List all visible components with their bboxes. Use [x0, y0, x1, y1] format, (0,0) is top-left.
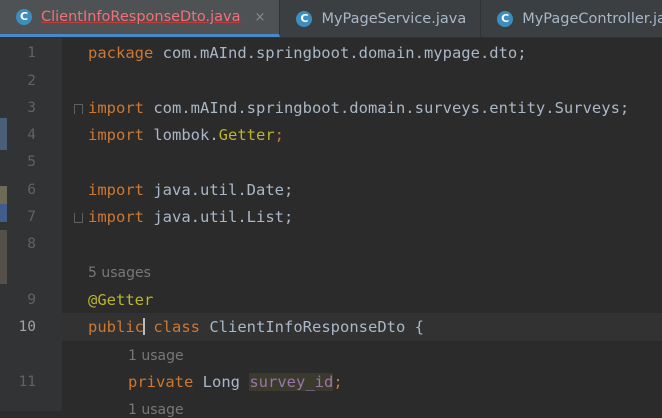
annotation: @Getter — [88, 291, 154, 309]
class-icon: C — [296, 10, 313, 27]
type-name: Long — [193, 373, 250, 391]
code-text: com.mAInd.springboot.domain.surveys.enti… — [144, 99, 630, 117]
keyword: class — [153, 318, 201, 336]
field-name: survey_id — [249, 373, 334, 391]
tab-label: MyPageService.java — [321, 10, 467, 27]
code-line-1[interactable]: package com.mAInd.springboot.domain.mypa… — [88, 44, 662, 62]
code-text: com.mAInd.springboot.domain.mypage.dto; — [153, 44, 527, 62]
line-number: 2 — [27, 73, 36, 89]
keyword: import — [88, 99, 144, 117]
class-icon: C — [497, 10, 514, 27]
line-number: 3 — [27, 100, 36, 116]
code-line-4[interactable]: import lombok.Getter; — [88, 126, 662, 144]
keyword: private — [128, 373, 194, 391]
tab-label: MyPageController.java — [522, 10, 662, 27]
tab-label: ClientInfoResponseDto.java — [41, 9, 241, 25]
code-line-9[interactable]: @Getter — [88, 291, 662, 309]
usages-hint[interactable]: 1 usage — [128, 348, 184, 364]
semicolon: ; — [333, 373, 343, 391]
code-text: lombok. — [144, 126, 219, 144]
line-number: 4 — [27, 127, 36, 143]
editor-tab-bar: C ClientInfoResponseDto.java × C MyPageS… — [0, 0, 662, 38]
class-icon: C — [16, 9, 32, 25]
keyword: public — [88, 318, 144, 336]
tab-my-page-controller[interactable]: C MyPageController.java — [481, 0, 662, 37]
keyword: import — [88, 126, 144, 144]
code-text: java.util.List; — [144, 208, 294, 226]
tab-my-page-service[interactable]: C MyPageService.java — [280, 0, 482, 37]
code-line-10[interactable]: public class ClientInfoResponseDto { — [88, 318, 662, 336]
code-text: java.util.Date; — [144, 181, 294, 199]
line-number: 5 — [27, 154, 36, 170]
code-line-3[interactable]: import com.mAInd.springboot.domain.surve… — [88, 99, 662, 117]
keyword: import — [88, 181, 144, 199]
keyword: package — [88, 44, 154, 62]
line-number: 10 — [18, 319, 36, 335]
semicolon: ; — [274, 126, 284, 144]
close-icon[interactable]: × — [255, 10, 266, 25]
keyword: import — [88, 208, 144, 226]
fold-marker-icon[interactable] — [74, 213, 83, 223]
code-line-11[interactable]: private Long survey_id; — [128, 373, 662, 391]
usages-hint[interactable]: 5 usages — [88, 265, 151, 281]
line-number: 6 — [27, 182, 36, 198]
line-number: 8 — [27, 236, 36, 252]
fold-marker-icon[interactable] — [74, 104, 83, 114]
code-line-6[interactable]: import java.util.Date; — [88, 181, 662, 199]
code-line-7[interactable]: import java.util.List; — [88, 208, 662, 226]
line-number: 9 — [27, 292, 36, 308]
text-caret — [143, 318, 145, 335]
tab-client-info-response-dto[interactable]: C ClientInfoResponseDto.java × — [0, 0, 281, 37]
code-text: ClientInfoResponseDto { — [200, 318, 424, 336]
line-number: 7 — [27, 209, 36, 225]
usages-hint[interactable]: 1 usage — [128, 402, 184, 418]
line-number: 1 — [27, 45, 36, 61]
annotation-reference: Getter — [218, 126, 275, 144]
line-number: 11 — [18, 374, 36, 390]
